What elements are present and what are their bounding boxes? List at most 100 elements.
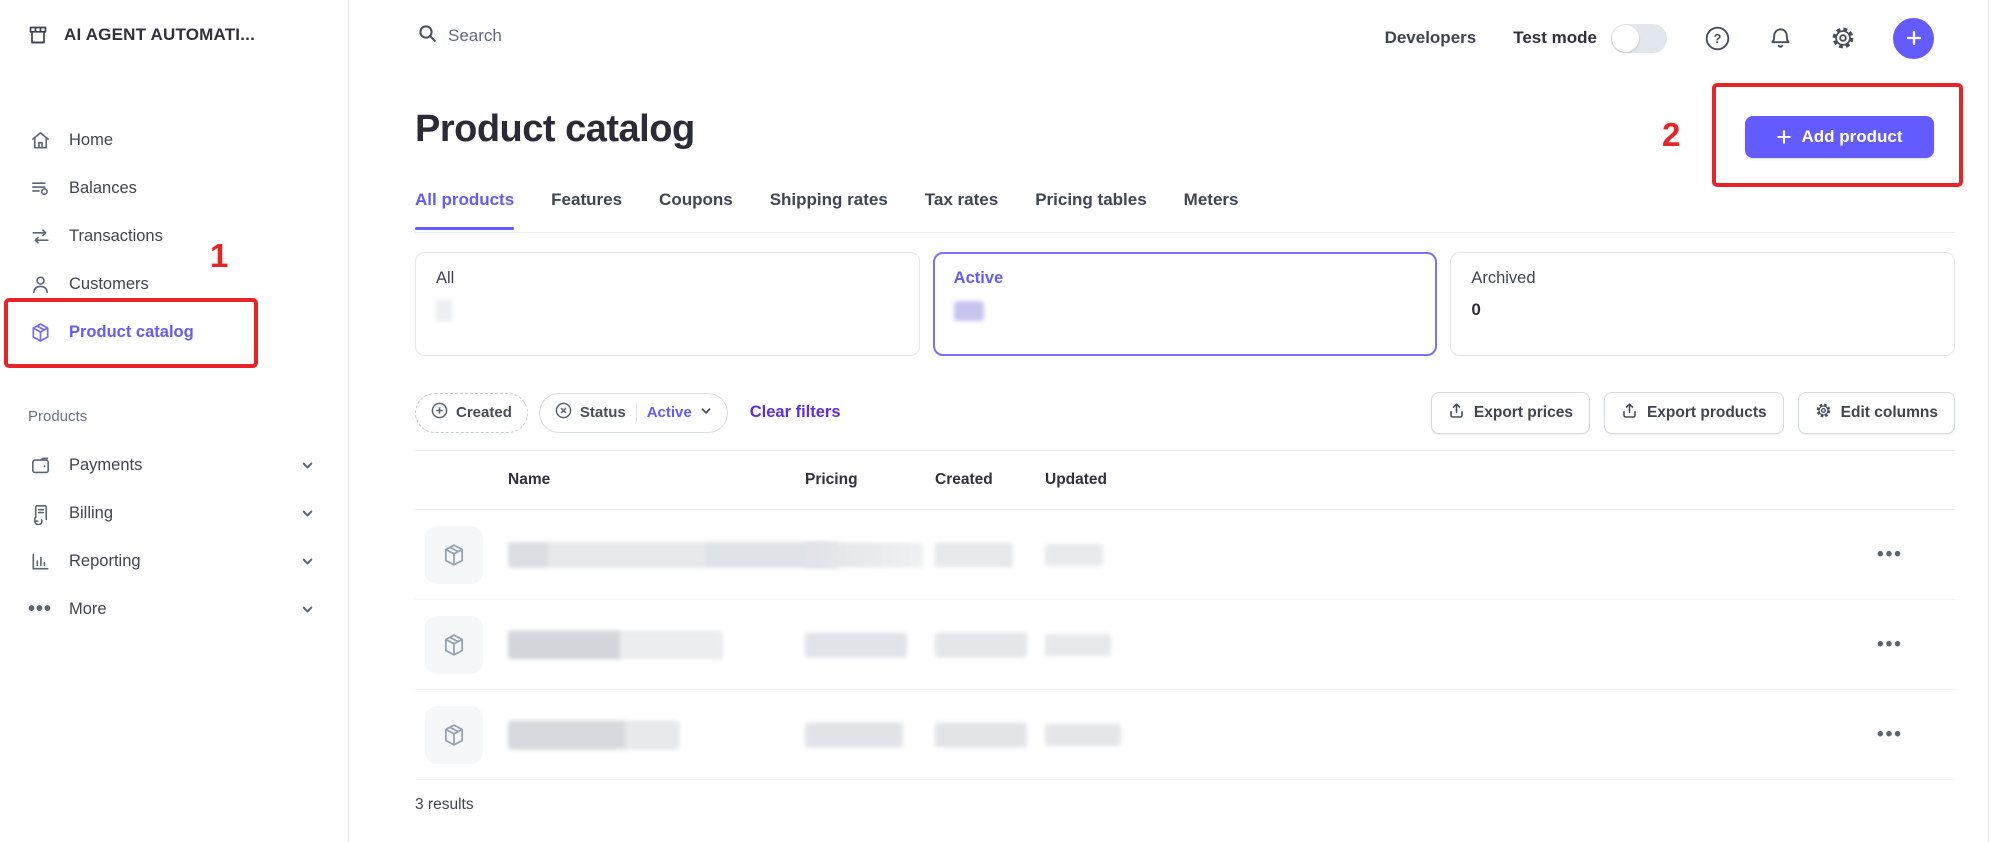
table-header: Name Pricing Created Updated xyxy=(415,451,1955,510)
edit-columns-label: Edit columns xyxy=(1841,404,1938,422)
tab-coupons[interactable]: Coupons xyxy=(659,188,733,232)
export-products-label: Export products xyxy=(1647,404,1767,422)
page-edge-divider xyxy=(1988,0,1989,842)
help-icon[interactable]: ? xyxy=(1704,25,1731,52)
business-name: AI AGENT AUTOMATI... xyxy=(64,25,255,45)
add-product-button[interactable]: Add product xyxy=(1745,116,1934,158)
card-value-redacted xyxy=(954,300,1417,321)
redacted-updated-date xyxy=(1045,634,1111,656)
package-icon xyxy=(440,631,468,659)
payments-icon xyxy=(28,454,52,477)
redacted-updated-date xyxy=(1045,724,1121,746)
home-icon xyxy=(28,129,52,152)
sidebar-item-balances[interactable]: Balances xyxy=(0,164,348,212)
column-header-name: Name xyxy=(508,471,550,489)
results-count: 3 results xyxy=(415,796,474,814)
redacted-created-date xyxy=(935,542,1013,567)
sidebar-nav-main: Home Balances Transactio xyxy=(0,116,348,356)
circled-x-icon[interactable] xyxy=(555,402,572,423)
sidebar-item-label: Customers xyxy=(69,275,149,294)
row-overflow-menu[interactable]: ••• xyxy=(1877,640,1903,650)
table-row[interactable]: ••• xyxy=(415,690,1955,780)
table-row[interactable]: ••• xyxy=(415,510,1955,600)
chevron-down-icon xyxy=(700,404,712,421)
export-prices-label: Export prices xyxy=(1474,404,1573,422)
sidebar-item-label: Payments xyxy=(69,456,142,475)
chevron-down-icon[interactable] xyxy=(301,603,314,616)
export-prices-button[interactable]: Export prices xyxy=(1431,392,1590,434)
test-mode-toggle[interactable] xyxy=(1611,24,1667,53)
storefront-icon xyxy=(26,22,50,48)
chevron-down-icon[interactable] xyxy=(301,555,314,568)
test-mode-control: Test mode xyxy=(1513,24,1667,53)
divider xyxy=(636,404,637,422)
filter-status-value: Active xyxy=(647,404,692,421)
chevron-down-icon[interactable] xyxy=(301,507,314,520)
card-label: All xyxy=(436,269,899,288)
redacted-product-name xyxy=(508,630,723,659)
catalog-tabs: All products Features Coupons Shipping r… xyxy=(415,188,1955,233)
sidebar-section-products: Products xyxy=(28,408,87,425)
card-active[interactable]: Active xyxy=(933,252,1438,356)
card-archived[interactable]: Archived 0 xyxy=(1450,252,1955,356)
sidebar-item-product-catalog[interactable]: Product catalog xyxy=(0,308,348,356)
more-icon: ••• xyxy=(28,604,52,614)
column-header-pricing: Pricing xyxy=(805,471,858,489)
product-catalog-icon xyxy=(28,321,52,344)
sidebar-item-transactions[interactable]: Transactions xyxy=(0,212,348,260)
sidebar-item-billing[interactable]: Billing xyxy=(0,489,348,537)
summary-cards: All Active Archived 0 xyxy=(415,252,1955,356)
create-plus-button[interactable] xyxy=(1893,18,1934,59)
filter-status-pill[interactable]: Status Active xyxy=(539,393,728,433)
gear-icon xyxy=(1815,402,1832,424)
filter-created-pill[interactable]: Created xyxy=(415,393,528,433)
sidebar-item-label: Balances xyxy=(69,179,137,198)
package-icon xyxy=(440,541,468,569)
package-icon xyxy=(440,721,468,749)
transactions-icon xyxy=(28,225,52,248)
search-input[interactable]: Search xyxy=(418,24,502,48)
settings-gear-icon[interactable] xyxy=(1830,25,1856,51)
sidebar-item-label: Transactions xyxy=(69,227,163,246)
tab-all-products[interactable]: All products xyxy=(415,188,514,232)
sidebar: AI AGENT AUTOMATI... Home Balance xyxy=(0,0,349,842)
export-products-button[interactable]: Export products xyxy=(1604,392,1784,434)
business-switcher[interactable]: AI AGENT AUTOMATI... xyxy=(26,22,255,48)
sidebar-item-label: More xyxy=(69,600,107,619)
sidebar-item-more[interactable]: ••• More xyxy=(0,585,348,633)
tab-meters[interactable]: Meters xyxy=(1184,188,1239,232)
sidebar-item-reporting[interactable]: Reporting xyxy=(0,537,348,585)
card-value-redacted xyxy=(436,300,899,322)
developers-link[interactable]: Developers xyxy=(1385,28,1477,48)
sidebar-item-label: Home xyxy=(69,131,113,150)
sidebar-item-payments[interactable]: Payments xyxy=(0,441,348,489)
row-overflow-menu[interactable]: ••• xyxy=(1877,550,1903,560)
table-actions: Export prices Export products Edit colum… xyxy=(1431,392,1955,434)
product-thumbnail xyxy=(425,706,483,764)
tab-pricing-tables[interactable]: Pricing tables xyxy=(1035,188,1146,232)
clear-filters-link[interactable]: Clear filters xyxy=(750,403,841,422)
tab-features[interactable]: Features xyxy=(551,188,622,232)
redacted-product-name xyxy=(508,720,680,749)
notifications-bell-icon[interactable] xyxy=(1768,26,1793,51)
plus-icon xyxy=(1776,129,1792,145)
search-placeholder: Search xyxy=(448,26,502,46)
chevron-down-icon[interactable] xyxy=(301,459,314,472)
sidebar-item-label: Billing xyxy=(69,504,113,523)
redacted-pricing xyxy=(805,722,903,747)
card-label: Active xyxy=(954,269,1417,288)
sidebar-item-customers[interactable]: Customers xyxy=(0,260,348,308)
sidebar-item-home[interactable]: Home xyxy=(0,116,348,164)
edit-columns-button[interactable]: Edit columns xyxy=(1798,392,1955,434)
annotation-label-2: 2 xyxy=(1662,116,1680,154)
column-header-updated: Updated xyxy=(1045,471,1107,489)
card-label: Archived xyxy=(1471,269,1934,288)
tab-shipping-rates[interactable]: Shipping rates xyxy=(770,188,888,232)
card-all[interactable]: All xyxy=(415,252,920,356)
table-row[interactable]: ••• xyxy=(415,600,1955,690)
row-overflow-menu[interactable]: ••• xyxy=(1877,730,1903,740)
stripe-dashboard: AI AGENT AUTOMATI... Home Balance xyxy=(0,0,2000,842)
tab-tax-rates[interactable]: Tax rates xyxy=(925,188,998,232)
product-thumbnail xyxy=(425,616,483,674)
product-thumbnail xyxy=(425,526,483,584)
